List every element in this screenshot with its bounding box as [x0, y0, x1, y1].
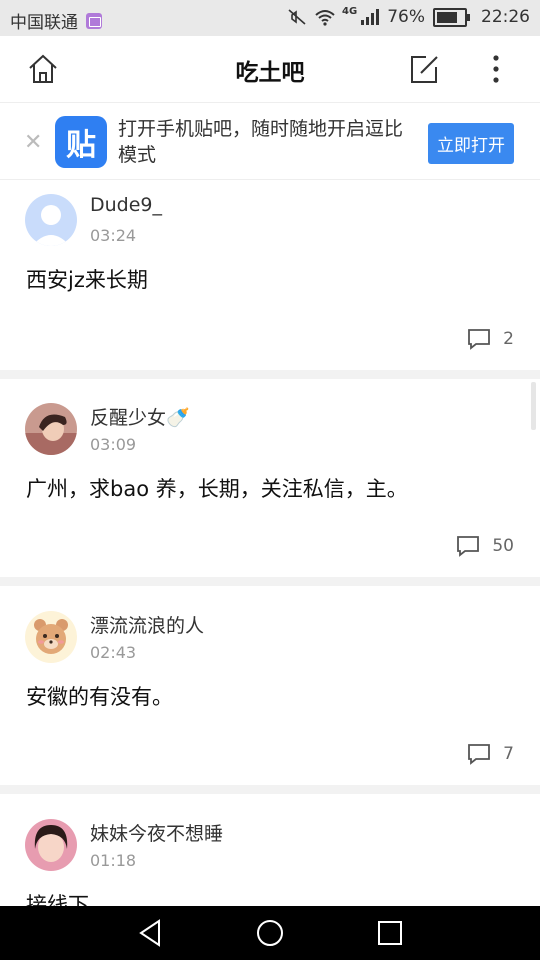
- avatar[interactable]: [25, 403, 77, 455]
- top-navigation: 吃土吧: [0, 36, 540, 102]
- post-time: 03:24: [90, 226, 137, 245]
- post-card[interactable]: Dude9_ 03:24 西安jz来长期 2: [0, 180, 540, 370]
- bear-avatar: [25, 611, 77, 663]
- battery-percent: 76%: [387, 7, 425, 27]
- more-button[interactable]: [479, 52, 513, 86]
- default-avatar-icon: [25, 194, 77, 246]
- scrollbar[interactable]: [531, 382, 536, 430]
- banner-text: 打开手机贴吧，随时随地开启逗比模式: [118, 118, 404, 166]
- post-divider: [0, 370, 540, 379]
- comment-icon: [457, 536, 480, 557]
- home-circle-icon[interactable]: [254, 917, 286, 949]
- user-photo-avatar: [25, 403, 77, 455]
- username[interactable]: 漂流流浪的人: [90, 611, 204, 638]
- more-vertical-icon: [493, 55, 499, 83]
- clock: 22:26: [481, 7, 530, 27]
- post-content[interactable]: 接线下: [26, 889, 89, 906]
- signal-icon: [361, 9, 380, 25]
- username[interactable]: 反醒少女🍼: [90, 403, 190, 430]
- carrier-label: 中国联通: [10, 13, 78, 33]
- status-bar: 中国联通 4G 76% 22:26: [0, 0, 540, 36]
- post-card[interactable]: 漂流流浪的人 02:43 安徽的有没有。 7: [0, 597, 540, 785]
- post-divider: [0, 577, 540, 586]
- battery-icon: [433, 7, 470, 27]
- open-app-button[interactable]: 立即打开: [428, 123, 514, 164]
- mute-icon: [288, 9, 306, 25]
- comment-button[interactable]: 50: [456, 535, 514, 557]
- recents-icon[interactable]: [374, 917, 406, 949]
- post-content[interactable]: 广州，求bao 养，长期，关注私信，主。: [26, 473, 408, 503]
- avatar[interactable]: [25, 819, 77, 871]
- network-type: 4G: [342, 5, 358, 17]
- post-time: 01:18: [90, 851, 137, 870]
- image-notification-icon: [86, 12, 102, 29]
- page-title: 吃土吧: [235, 60, 305, 86]
- username[interactable]: 妹妹今夜不想睡: [90, 819, 223, 846]
- comment-button[interactable]: 7: [467, 743, 514, 765]
- compose-button[interactable]: [407, 52, 441, 86]
- edit-icon: [411, 56, 438, 83]
- tieba-app-logo: 贴: [55, 116, 107, 168]
- post-content[interactable]: 西安jz来长期: [26, 264, 148, 294]
- comment-count: 50: [492, 536, 514, 556]
- comment-count: 7: [503, 744, 514, 764]
- system-navigation-bar: [0, 906, 540, 960]
- comment-icon: [468, 744, 491, 765]
- post-card[interactable]: 妹妹今夜不想睡 01:18 接线下: [0, 805, 540, 906]
- logo-glyph: 贴: [66, 128, 96, 163]
- wifi-icon: [315, 10, 335, 26]
- post-time: 02:43: [90, 643, 137, 662]
- username[interactable]: Dude9_: [90, 194, 162, 216]
- post-content[interactable]: 安徽的有没有。: [26, 681, 173, 711]
- close-icon[interactable]: ✕: [24, 130, 42, 155]
- avatar[interactable]: [25, 194, 77, 246]
- post-card[interactable]: 反醒少女🍼 03:09 广州，求bao 养，长期，关注私信，主。 50: [0, 389, 540, 577]
- post-divider: [0, 785, 540, 794]
- comment-count: 2: [503, 329, 514, 349]
- comment-button[interactable]: 2: [467, 328, 514, 350]
- user-photo-avatar: [25, 819, 77, 871]
- comment-icon: [468, 329, 491, 350]
- post-time: 03:09: [90, 435, 137, 454]
- app-promo-banner: ✕ 贴 打开手机贴吧，随时随地开启逗比模式 立即打开: [0, 102, 540, 180]
- back-icon[interactable]: [135, 917, 167, 949]
- avatar[interactable]: [25, 611, 77, 663]
